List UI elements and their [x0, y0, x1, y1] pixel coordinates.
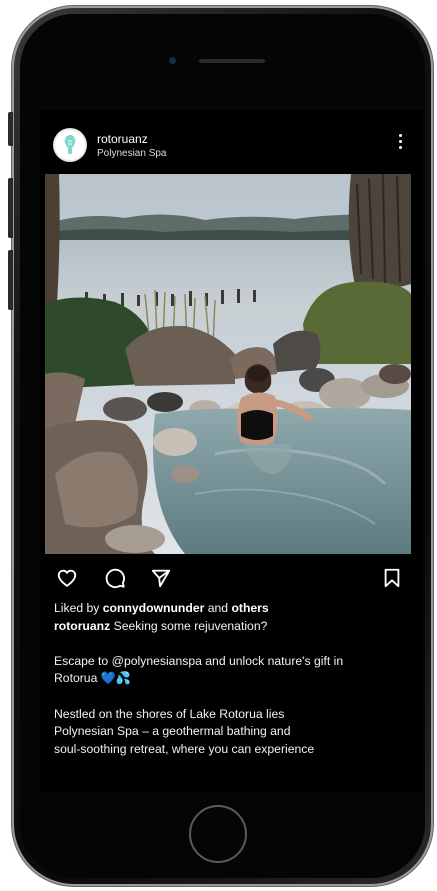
mute-switch [8, 112, 13, 146]
volume-up-button [8, 178, 13, 238]
caption-text-3b: Polynesian Spa – a geothermal bathing an… [54, 724, 291, 739]
likes-others[interactable]: others [231, 601, 268, 615]
volume-down-button [8, 250, 13, 310]
bookmark-icon[interactable] [381, 567, 403, 589]
caption-line-1: rotoruanz Seeking some rejuvenation? [54, 618, 414, 636]
comment-icon[interactable] [104, 567, 126, 589]
caption-username[interactable]: rotoruanz [54, 619, 110, 633]
caption-text-1: Seeking some rejuvenation? [110, 618, 268, 633]
profile-logo-icon [64, 135, 76, 154]
liked-by-user[interactable]: connydownunder [103, 601, 205, 615]
send-icon[interactable] [150, 567, 172, 589]
post-location[interactable]: Polynesian Spa [97, 148, 167, 159]
caption-text-3c: soul-soothing retreat, where you can exp… [54, 741, 315, 756]
front-camera [169, 57, 176, 64]
post-actions-bar [40, 560, 423, 596]
more-options-icon[interactable] [399, 134, 403, 154]
likes-prefix: Liked by [54, 601, 103, 615]
earpiece-speaker [199, 59, 265, 63]
caption-para2: Escape to @polynesianspa and unlock natu… [54, 653, 414, 688]
caption-text-2b: Rotorua [54, 671, 98, 686]
caption-text-2a: Escape to @polynesianspa and unlock natu… [54, 653, 344, 668]
spa-photo [45, 174, 411, 554]
post-username[interactable]: rotoruanz [97, 132, 148, 146]
caption-emoji: 💙💦 [100, 671, 132, 686]
post-caption: Liked by connydownunder and others rotor… [54, 600, 414, 758]
post-header: rotoruanz Polynesian Spa [40, 110, 423, 174]
avatar[interactable] [55, 130, 85, 160]
heart-icon[interactable] [56, 567, 78, 589]
instagram-post-screen: rotoruanz Polynesian Spa Liked by connyd… [40, 110, 423, 792]
likes-line: Liked by connydownunder and others [54, 600, 414, 618]
post-image[interactable] [45, 174, 411, 554]
caption-para3: Nestled on the shores of Lake Rotorua li… [54, 706, 414, 759]
home-button[interactable] [189, 805, 247, 863]
caption-text-3a: Nestled on the shores of Lake Rotorua li… [54, 706, 285, 721]
likes-middle: and [204, 601, 232, 615]
